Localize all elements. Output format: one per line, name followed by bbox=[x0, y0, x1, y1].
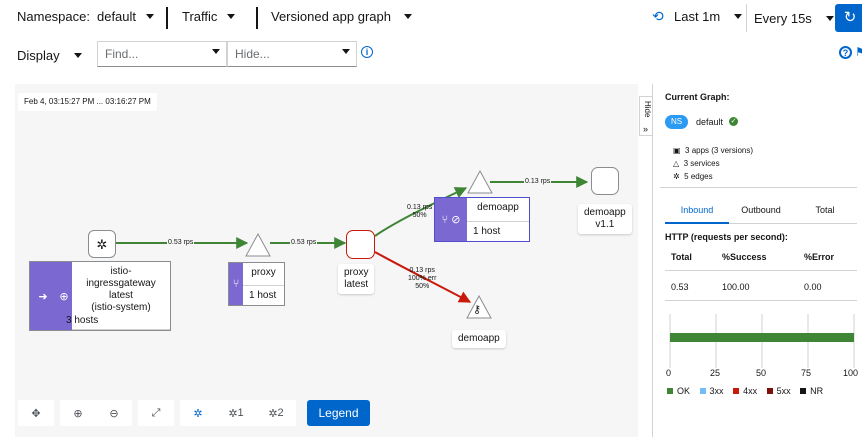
double-chevron-right-icon: » bbox=[643, 124, 649, 134]
service-icon: ✲ bbox=[96, 237, 108, 252]
edge-label: 0.13 rps 100% err 50% bbox=[408, 267, 436, 291]
node-label-version: v1.1 bbox=[595, 219, 615, 230]
node-label-app: proxy bbox=[344, 267, 369, 278]
demoapp-service-node[interactable] bbox=[467, 170, 493, 194]
fit-button[interactable]: ⤢ bbox=[138, 400, 174, 426]
chart-tick: 75 bbox=[801, 368, 812, 378]
demoapp-app-group[interactable]: ⑂ ⊘ demoapp 1 host bbox=[434, 197, 530, 242]
legend-5xx: 5xx bbox=[766, 386, 791, 396]
node-label-version: latest bbox=[344, 279, 369, 290]
tab-outbound[interactable]: Outbound bbox=[729, 196, 793, 224]
tab-total[interactable]: Total bbox=[793, 196, 857, 224]
zoom-out-button[interactable]: ⊖ bbox=[96, 400, 132, 426]
layout-2-button[interactable]: ✲ 2 bbox=[256, 400, 296, 426]
edge-label-rate: 0.13 rps bbox=[407, 204, 433, 211]
zoom-in-icon: ⊕ bbox=[73, 407, 83, 420]
edge-label: 0.13 rps bbox=[524, 178, 552, 185]
expand-icon: ⤢ bbox=[151, 406, 161, 419]
ingress-workload-node[interactable]: ✲ bbox=[88, 230, 116, 258]
table-header-success: %Success bbox=[722, 252, 767, 262]
apps-icon: ▣ bbox=[673, 146, 681, 155]
move-icon: ✥ bbox=[31, 407, 41, 420]
node-label-app: demoapp bbox=[584, 207, 626, 218]
chart-tick: 0 bbox=[666, 368, 672, 378]
proxy-latest-node[interactable] bbox=[346, 230, 375, 259]
services-count: 3 services bbox=[683, 159, 720, 168]
proxy-service-node[interactable] bbox=[245, 233, 271, 257]
edge-label-percent: 50% bbox=[415, 283, 430, 290]
edge-label: 0.53 rps bbox=[290, 239, 318, 246]
proxy-latest-label: proxy latest bbox=[338, 264, 375, 294]
apps-count: 3 apps (3 versions) bbox=[685, 146, 754, 155]
layout-1-label: 1 bbox=[237, 407, 244, 419]
node-hosts: 1 host bbox=[249, 290, 277, 301]
layout-2-label: 2 bbox=[277, 407, 284, 419]
chart-tick: 100 bbox=[843, 368, 859, 378]
gateway-icon: ➜ bbox=[38, 290, 48, 303]
namespace-name[interactable]: default bbox=[696, 117, 723, 127]
http-title: HTTP (requests per second): bbox=[665, 232, 788, 242]
legend-ok: OK bbox=[667, 386, 690, 396]
topology-icon: ✲ bbox=[193, 407, 203, 420]
key-icon: ⚷ bbox=[473, 304, 482, 316]
proxy-app-group[interactable]: ⑂ proxy 1 host bbox=[228, 262, 285, 306]
topology-icon: ✲ bbox=[228, 407, 238, 420]
node-badges: ➜ bbox=[30, 262, 56, 330]
topology-icon: ✲ bbox=[268, 407, 278, 420]
demoapp-v11-node[interactable] bbox=[591, 167, 619, 195]
current-graph-title: Current Graph: bbox=[665, 92, 730, 102]
edge-label-error: 100% err bbox=[408, 275, 437, 282]
node-version: latest bbox=[109, 290, 133, 301]
ingress-gateway-group[interactable]: ➜ ⊕ istio-ingressgateway latest (istio-s… bbox=[29, 261, 171, 331]
branch-icon: ⑂ bbox=[232, 278, 240, 290]
tab-inbound[interactable]: Inbound bbox=[665, 196, 729, 224]
edges-count: 5 edges bbox=[684, 172, 713, 181]
chart-tick: 25 bbox=[710, 368, 721, 378]
layout-default-button[interactable]: ✲ bbox=[180, 400, 216, 426]
zoom-out-icon: ⊖ bbox=[109, 407, 119, 420]
legend-3xx: 3xx bbox=[699, 386, 724, 396]
divider bbox=[660, 187, 857, 188]
table-cell-total: 0.53 bbox=[671, 282, 689, 292]
table-cell-success: 100.00 bbox=[722, 282, 750, 292]
chart-legend: OK 3xx 4xx 5xx NR bbox=[667, 386, 830, 396]
node-badges: ⑂ ⊘ bbox=[435, 198, 467, 241]
legend-nr: NR bbox=[800, 386, 823, 396]
zoom-in-button[interactable]: ⊕ bbox=[60, 400, 96, 426]
demoapp-v11-label: demoapp v1.1 bbox=[578, 204, 632, 234]
node-hosts: 3 hosts bbox=[66, 315, 99, 326]
circuit-breaker-icon: ⊘ bbox=[451, 214, 461, 226]
edge-label-rate: 0.13 rps bbox=[409, 267, 435, 274]
node-hosts: 1 host bbox=[473, 226, 501, 237]
ns-badge: NS bbox=[665, 115, 689, 129]
zoom-pan-button[interactable]: ✥ bbox=[18, 400, 54, 426]
edge-label-percent: 50% bbox=[412, 212, 427, 219]
chart-tick: 50 bbox=[756, 368, 767, 378]
edge-label: 0.53 rps bbox=[167, 239, 195, 246]
node-title: proxy bbox=[243, 263, 284, 286]
node-title: demoapp bbox=[467, 198, 529, 222]
divider bbox=[665, 270, 857, 271]
divider bbox=[665, 300, 857, 301]
layout-1-button[interactable]: ✲ 1 bbox=[216, 400, 256, 426]
node-title: istio-ingressgateway bbox=[86, 266, 156, 289]
table-header-total: Total bbox=[671, 252, 692, 262]
traffic-bar-chart bbox=[669, 314, 855, 368]
node-namespace: (istio-system) bbox=[91, 302, 151, 313]
table-cell-error: 0.00 bbox=[804, 282, 822, 292]
table-header-error: %Error bbox=[804, 252, 835, 262]
edges-icon: ✲ bbox=[673, 172, 680, 181]
node-badges: ⑂ bbox=[229, 263, 243, 305]
legend-button[interactable]: Legend bbox=[307, 400, 370, 426]
services-icon: △ bbox=[673, 159, 680, 168]
globe-icon: ⊕ bbox=[59, 290, 69, 303]
branch-icon: ⑂ bbox=[441, 213, 449, 226]
edge-label: 0.13 rps 50% bbox=[407, 204, 432, 220]
legend-4xx: 4xx bbox=[733, 386, 757, 396]
graph-stats: ▣ 3 apps (3 versions) △ 3 services ✲ 5 e… bbox=[673, 144, 753, 183]
ok-bar bbox=[670, 333, 854, 342]
hide-tab-label: Hide bbox=[643, 101, 652, 118]
demoapp-external-label: demoapp bbox=[452, 330, 506, 348]
check-circle-icon: ✓ bbox=[729, 117, 738, 126]
